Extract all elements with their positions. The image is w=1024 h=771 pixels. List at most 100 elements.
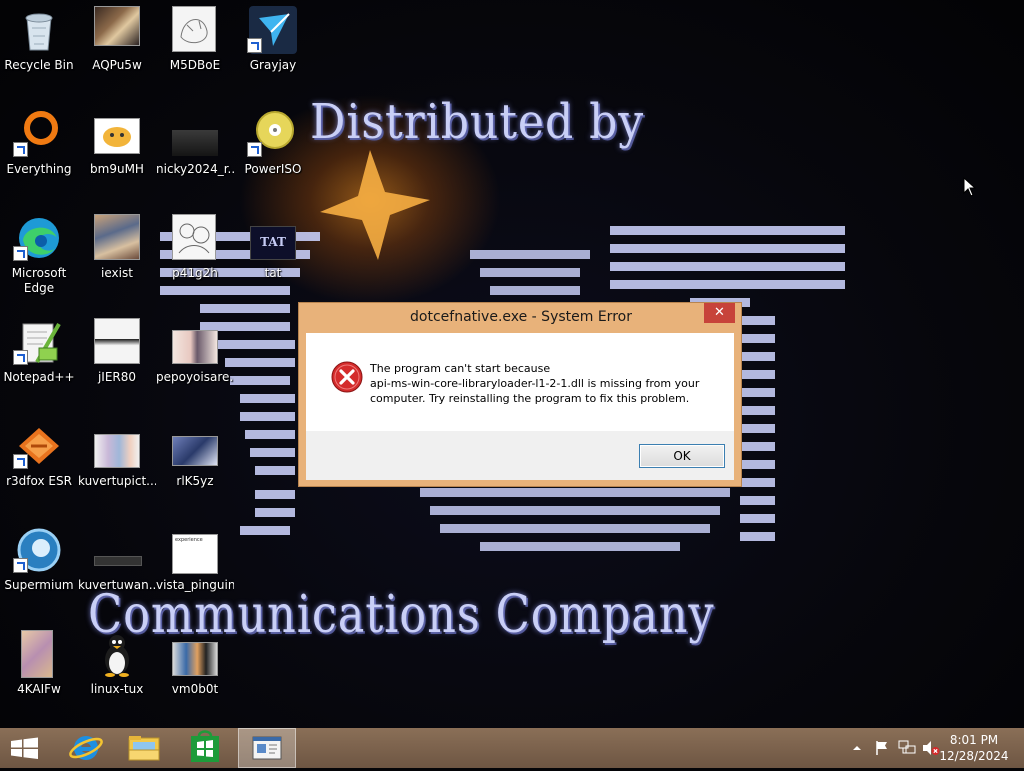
taskbar-file-explorer[interactable] bbox=[116, 728, 172, 768]
desktop-icon-vista-pinguin[interactable]: experience vista_pinguin bbox=[156, 520, 234, 616]
desktop-icon-label: jIER80 bbox=[97, 370, 137, 384]
wallpaper-text-top: Distributed by bbox=[310, 94, 645, 150]
dialog-message: The program can't start because api-ms-w… bbox=[370, 361, 722, 406]
desktop-icon-label: r3dfox ESR bbox=[6, 474, 72, 488]
image-thumbnail-icon bbox=[94, 434, 140, 468]
image-thumbnail-icon: experience bbox=[172, 534, 218, 574]
image-thumbnail-icon bbox=[94, 118, 140, 154]
store-icon bbox=[191, 730, 219, 762]
system-error-dialog: dotcefnative.exe - System Error ✕ The pr… bbox=[298, 302, 742, 487]
desktop-icon-label: kuvertupict... bbox=[78, 474, 156, 488]
desktop-icon-tat[interactable]: TAT tat bbox=[234, 208, 312, 304]
desktop-icon-jier80[interactable]: jIER80 bbox=[78, 312, 156, 408]
desktop-icon-label: tat bbox=[264, 266, 282, 280]
dialog-message-area: The program can't start because api-ms-w… bbox=[306, 333, 734, 431]
desktop-icon-bm9umh[interactable]: bm9uMH bbox=[78, 104, 156, 200]
image-thumbnail-icon bbox=[172, 6, 216, 52]
dialog-message-line: computer. Try reinstalling the program t… bbox=[370, 392, 690, 405]
desktop-icon-recycle-bin[interactable]: Recycle Bin bbox=[0, 0, 78, 96]
image-thumbnail-icon bbox=[172, 436, 218, 466]
shortcut-arrow-icon bbox=[13, 558, 28, 573]
image-thumbnail-icon bbox=[94, 556, 142, 566]
taskbar-clock[interactable]: 8:01 PM 12/28/2024 bbox=[938, 732, 1010, 764]
desktop-icon-grayjay[interactable]: Grayjay bbox=[234, 0, 312, 96]
shortcut-arrow-icon bbox=[247, 142, 262, 157]
desktop-icon-label: pepoyoisare... bbox=[156, 370, 234, 384]
desktop-icon-label: PowerISO bbox=[244, 162, 302, 176]
desktop-icon-m5dboe[interactable]: M5DBoE bbox=[156, 0, 234, 96]
desktop-icon-supermium[interactable]: Supermium bbox=[0, 520, 78, 616]
desktop-icon-kuvertuwan[interactable]: kuvertuwan... bbox=[78, 520, 156, 616]
recycle-bin-icon bbox=[25, 13, 53, 51]
tux-penguin-icon bbox=[105, 635, 129, 677]
image-thumbnail-icon bbox=[21, 630, 53, 678]
desktop-icon-vm0b0t[interactable]: vm0b0t bbox=[156, 624, 234, 720]
desktop-icon-label: linux-tux bbox=[90, 682, 144, 696]
taskbar-active-window[interactable] bbox=[238, 728, 296, 768]
desktop-icon-poweriso[interactable]: PowerISO bbox=[234, 104, 312, 200]
network-icon[interactable] bbox=[898, 740, 916, 756]
image-thumbnail-icon bbox=[94, 318, 140, 364]
dialog-body: The program can't start because api-ms-w… bbox=[306, 333, 734, 480]
desktop-icon-r3dfox[interactable]: r3dfox ESR bbox=[0, 416, 78, 512]
desktop-icon-notepad-plus-plus[interactable]: Notepad++ bbox=[0, 312, 78, 408]
active-window-icon bbox=[252, 736, 282, 760]
desktop-icon-label: bm9uMH bbox=[90, 162, 144, 176]
desktop-icon-4kaifw[interactable]: 4KAIFw bbox=[0, 624, 78, 720]
mouse-cursor-icon bbox=[963, 177, 977, 197]
desktop-icon-label: Notepad++ bbox=[3, 370, 75, 384]
desktop-icon-label: nicky2024_r... bbox=[156, 162, 234, 176]
action-center-flag-icon[interactable] bbox=[874, 740, 890, 756]
image-thumbnail-icon bbox=[94, 6, 140, 46]
taskbar: 8:01 PM 12/28/2024 bbox=[0, 728, 1024, 768]
image-thumbnail-icon bbox=[94, 214, 140, 260]
desktop-icon-label: Supermium bbox=[4, 578, 74, 592]
desktop-icon-label: vm0b0t bbox=[171, 682, 219, 696]
shortcut-arrow-icon bbox=[13, 454, 28, 469]
desktop-icon-aqpu5w[interactable]: AQPu5w bbox=[78, 0, 156, 96]
shortcut-arrow-icon bbox=[247, 38, 262, 53]
desktop-icon-label: M5DBoE bbox=[169, 58, 221, 72]
taskbar-internet-explorer[interactable] bbox=[58, 728, 114, 768]
dialog-title: dotcefnative.exe - System Error bbox=[410, 309, 632, 325]
start-button[interactable] bbox=[0, 728, 50, 768]
desktop-icon-rlk5yz[interactable]: rlK5yz bbox=[156, 416, 234, 512]
desktop-icon-everything[interactable]: Everything bbox=[0, 104, 78, 200]
desktop-icon-label: Microsoft Edge bbox=[11, 266, 67, 295]
shortcut-arrow-icon bbox=[13, 246, 28, 261]
desktop-icon-kuvertupict[interactable]: kuvertupict... bbox=[78, 416, 156, 512]
shortcut-arrow-icon bbox=[13, 142, 28, 157]
desktop-icon-label: vista_pinguin bbox=[156, 578, 234, 592]
clock-date: 12/28/2024 bbox=[939, 749, 1009, 763]
desktop-icon-p41g2h[interactable]: p41g2h bbox=[156, 208, 234, 304]
shortcut-arrow-icon bbox=[13, 350, 28, 365]
close-button[interactable]: ✕ bbox=[704, 303, 735, 323]
internet-explorer-icon bbox=[69, 736, 103, 760]
dialog-message-line: api-ms-win-core-libraryloader-l1-2-1.dll… bbox=[370, 377, 700, 390]
desktop-icon-label: iexist bbox=[101, 266, 133, 280]
desktop-icon-nicky2024[interactable]: nicky2024_r... bbox=[156, 104, 234, 200]
image-thumbnail-icon bbox=[172, 330, 218, 364]
image-thumbnail-icon bbox=[172, 214, 216, 260]
desktop-icon-label: 4KAIFw bbox=[17, 682, 61, 696]
desktop-icon-label: Grayjay bbox=[249, 58, 297, 72]
taskbar-store[interactable] bbox=[177, 728, 233, 768]
desktop-icon-pepoyoisare[interactable]: pepoyoisare... bbox=[156, 312, 234, 408]
image-thumbnail-icon bbox=[172, 642, 218, 676]
ok-button[interactable]: OK bbox=[639, 444, 725, 468]
desktop-icon-iexist[interactable]: iexist bbox=[78, 208, 156, 304]
desktop-icon-label: Everything bbox=[6, 162, 72, 176]
desktop-icon-label: p41g2h bbox=[172, 266, 218, 280]
file-explorer-icon bbox=[128, 736, 160, 761]
image-thumbnail-icon: TAT bbox=[250, 226, 296, 260]
windows-logo-icon bbox=[11, 737, 38, 759]
desktop-icon-label: rlK5yz bbox=[176, 474, 214, 488]
chevron-up-icon[interactable] bbox=[852, 740, 862, 756]
image-thumbnail-icon bbox=[172, 130, 218, 156]
desktop-icon-label: kuvertuwan... bbox=[78, 578, 156, 592]
desktop-icon-linux-tux[interactable]: linux-tux bbox=[78, 624, 156, 720]
desktop-icon-label: AQPu5w bbox=[92, 58, 142, 72]
desktop-icon-microsoft-edge[interactable]: Microsoft Edge bbox=[0, 208, 78, 304]
desktop-icon-label: Recycle Bin bbox=[4, 58, 74, 72]
dialog-message-line: The program can't start because bbox=[370, 362, 551, 375]
